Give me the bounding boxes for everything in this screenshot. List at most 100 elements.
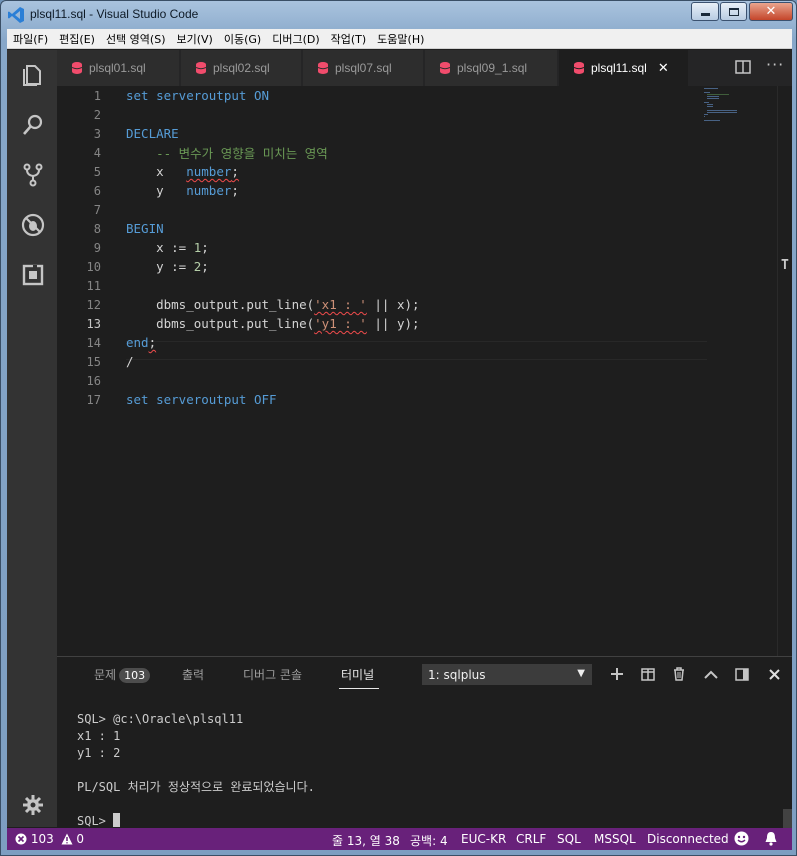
code-line: 11 <box>57 276 707 295</box>
connection-status[interactable]: Disconnected <box>647 832 729 846</box>
split-editor-icon[interactable] <box>735 59 751 75</box>
tab-debug-console[interactable]: 디버그 콘솔 <box>243 666 302 683</box>
terminal-output[interactable]: SQL> @c:\Oracle\plsql11 x1 : 1 y1 : 2 PL/SQ… <box>77 711 315 830</box>
menu-go[interactable]: 이동(G) <box>218 31 266 47</box>
more-actions-icon[interactable]: ··· <box>766 55 784 74</box>
menu-selection[interactable]: 선택 영역(S) <box>100 31 171 47</box>
tab-terminal[interactable]: 터미널 <box>341 666 374 683</box>
sql-server-type[interactable]: MSSQL <box>594 832 636 846</box>
language-mode[interactable]: SQL <box>557 832 581 846</box>
keyword: set serveroutput <box>126 392 254 407</box>
code-line: 8 BEGIN <box>57 219 707 238</box>
warning-count: 0 <box>76 832 85 846</box>
tab-label: plsql09_1.sql <box>457 61 528 75</box>
minimap[interactable] <box>702 86 772 146</box>
tab-plsql01[interactable]: plsql01.sql <box>57 50 180 86</box>
slash-terminator: / <box>126 354 134 369</box>
line-number: 12 <box>86 297 101 312</box>
close-window-button[interactable]: ✕ <box>749 2 793 21</box>
status-bar: 103 0 줄 13, 열 38 공백: 4 EUC-KR CRLF SQL M… <box>7 828 792 850</box>
split-terminal-icon[interactable] <box>640 666 656 682</box>
expression: || x); <box>366 297 420 312</box>
tab-problems[interactable]: 문제 103 <box>94 666 151 683</box>
title-bar[interactable]: plsql11.sql - Visual Studio Code ✕ <box>1 1 796 29</box>
settings-gear-icon[interactable] <box>20 792 46 818</box>
line-number: 9 <box>93 240 101 255</box>
keyword: BEGIN <box>126 221 164 236</box>
active-tab-indicator <box>339 688 379 689</box>
warning-icon <box>61 833 73 845</box>
indentation[interactable]: 공백: 4 <box>410 832 448 849</box>
maximize-button[interactable] <box>720 2 747 21</box>
chevron-up-icon[interactable] <box>703 666 719 682</box>
tab-close-icon[interactable]: ✕ <box>658 60 669 76</box>
database-file-icon <box>196 62 206 74</box>
tab-plsql11[interactable]: plsql11.sql ✕ <box>559 50 689 86</box>
type-keyword: number <box>186 164 232 179</box>
line-number: 16 <box>86 373 101 388</box>
end-of-line[interactable]: CRLF <box>516 832 546 846</box>
new-terminal-plus-icon[interactable] <box>609 666 625 682</box>
line-number: 6 <box>93 183 101 198</box>
editor-scrollbar[interactable] <box>777 86 792 656</box>
menu-help[interactable]: 도움말(H) <box>371 31 429 47</box>
extensions-icon[interactable] <box>20 262 46 288</box>
window-frame: plsql11.sql - Visual Studio Code ✕ 파일(F)… <box>0 0 797 856</box>
tab-plsql07[interactable]: plsql07.sql <box>303 50 424 86</box>
menu-tasks[interactable]: 작업(T) <box>325 31 372 47</box>
code-line: 1 set serveroutput ON <box>57 86 707 105</box>
encoding[interactable]: EUC-KR <box>461 832 506 846</box>
code-editor[interactable]: 1 set serveroutput ON 2 3 DECLARE 4 -- 변… <box>57 86 792 656</box>
tab-label: plsql07.sql <box>335 61 392 75</box>
menu-bar: 파일(F) 편집(E) 선택 영역(S) 보기(V) 이동(G) 디버그(D) … <box>7 29 792 49</box>
code-line: 17 set serveroutput OFF <box>57 390 707 409</box>
code-line: 14 end; <box>57 333 707 352</box>
terminal-scrollbar[interactable] <box>783 809 792 828</box>
line-number: 15 <box>86 354 101 369</box>
terminal-prompt: SQL> <box>77 814 114 828</box>
line-number: 8 <box>93 221 101 236</box>
line-number: 3 <box>93 126 101 141</box>
source-control-icon[interactable] <box>20 162 46 188</box>
string-literal: 'x1 : ' <box>314 297 367 312</box>
line-number: 2 <box>93 107 101 122</box>
punctuation: ; <box>231 164 239 179</box>
search-icon[interactable] <box>20 112 46 138</box>
problems-status[interactable]: 103 0 <box>15 832 84 846</box>
function-call: dbms_output.put_line( <box>156 297 315 312</box>
close-panel-icon[interactable] <box>766 666 782 682</box>
bottom-panel: 문제 103 출력 디버그 콘솔 터미널 1: sqlplus ▼ SQL> @… <box>57 656 792 830</box>
punctuation: ; <box>231 183 239 198</box>
code-line: 5 x number; <box>57 162 707 181</box>
assignment: y := <box>156 259 194 274</box>
vscode-client: 파일(F) 편집(E) 선택 영역(S) 보기(V) 이동(G) 디버그(D) … <box>7 29 792 850</box>
bell-icon[interactable] <box>764 831 778 849</box>
tab-plsql02[interactable]: plsql02.sql <box>181 50 302 86</box>
terminal-select[interactable]: 1: sqlplus ▼ <box>422 664 592 685</box>
tab-output[interactable]: 출력 <box>182 666 204 683</box>
cursor-position[interactable]: 줄 13, 열 38 <box>332 832 400 849</box>
smiley-feedback-icon[interactable] <box>734 831 749 849</box>
punctuation: ; <box>201 240 209 255</box>
terminal-line: PL/SQL 처리가 정상적으로 완료되었습니다. <box>77 780 315 794</box>
debug-icon[interactable] <box>20 212 46 238</box>
minimize-button[interactable] <box>691 2 719 21</box>
menu-debug[interactable]: 디버그(D) <box>266 31 324 47</box>
terminal-select-value: 1: sqlplus <box>428 667 486 682</box>
code-line: 15 / <box>57 352 707 371</box>
code-line: 3 DECLARE <box>57 124 707 143</box>
code-line: 2 <box>57 105 707 124</box>
menu-view[interactable]: 보기(V) <box>170 31 217 47</box>
tab-label: plsql11.sql <box>591 61 647 75</box>
explorer-icon[interactable] <box>20 62 46 88</box>
error-count: 103 <box>30 832 54 846</box>
punctuation: ; <box>201 259 209 274</box>
terminal-line: y1 : 2 <box>77 746 121 760</box>
trash-icon[interactable] <box>671 666 687 682</box>
tab-plsql09-1[interactable]: plsql09_1.sql <box>425 50 558 86</box>
menu-edit[interactable]: 편집(E) <box>53 31 100 47</box>
menu-file[interactable]: 파일(F) <box>7 31 53 47</box>
minimize-icon <box>700 13 710 16</box>
panel-position-icon[interactable] <box>734 666 750 682</box>
